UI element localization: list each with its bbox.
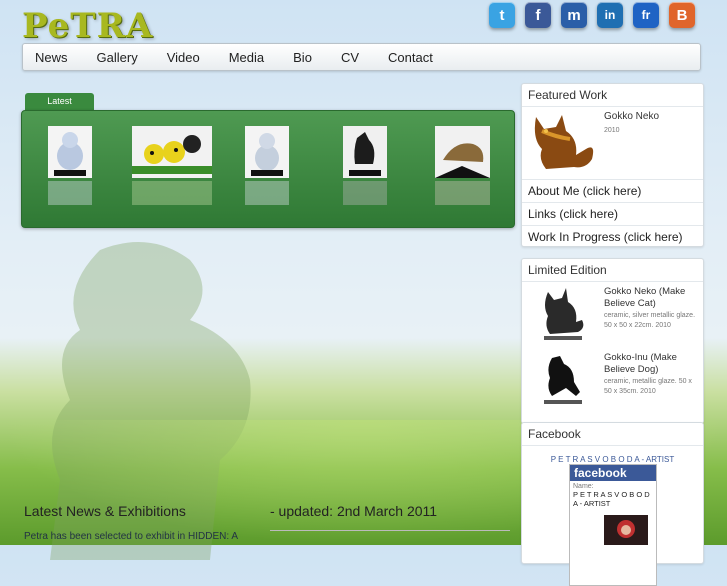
gallery-thumb[interactable] <box>245 126 289 208</box>
news-body: Petra has been selected to exhibit in HI… <box>24 531 239 542</box>
news-heading: Latest News & Exhibitions <box>24 503 186 519</box>
gallery-thumb[interactable] <box>343 126 387 208</box>
facebook-brand: facebook <box>570 465 656 481</box>
work-in-progress-link[interactable]: Work In Progress (click here) <box>522 225 703 248</box>
latest-gallery <box>21 110 515 228</box>
nav-gallery[interactable]: Gallery <box>97 50 138 65</box>
limited-item-title[interactable]: Gokko-Inu (Make Believe Dog) <box>604 352 700 376</box>
twitter-icon[interactable]: t <box>489 2 515 28</box>
news-divider <box>270 530 510 531</box>
flickr-icon[interactable]: fr <box>633 2 659 28</box>
featured-work-title: Featured Work <box>522 84 703 107</box>
facebook-profile-photo <box>604 515 648 545</box>
featured-work-box: Featured Work Gokko Neko 2010 About Me (… <box>521 83 704 247</box>
facebook-widget-name-label: Name: <box>573 483 594 490</box>
gallery-thumb[interactable] <box>48 126 92 208</box>
nav-media[interactable]: Media <box>229 50 264 65</box>
links-link[interactable]: Links (click here) <box>522 202 703 225</box>
limited-item-title[interactable]: Gokko Neko (Make Believe Cat) <box>604 286 700 310</box>
featured-item-year: 2010 <box>604 127 620 134</box>
blogger-icon[interactable]: B <box>669 2 695 28</box>
limited-item[interactable]: Gokko Neko (Make Believe Cat) ceramic, s… <box>522 282 703 348</box>
gallery-thumb[interactable] <box>435 126 490 208</box>
tab-latest[interactable]: Latest <box>25 93 94 110</box>
about-me-link[interactable]: About Me (click here) <box>522 179 703 202</box>
gallery-thumb[interactable] <box>132 126 212 208</box>
myspace-icon[interactable]: m <box>561 2 587 28</box>
facebook-icon[interactable]: f <box>525 2 551 28</box>
nav-contact[interactable]: Contact <box>388 50 433 65</box>
limited-item-meta: ceramic, silver metallic glaze. 50 x 50 … <box>604 312 696 329</box>
social-links: t f m in fr B <box>489 2 695 28</box>
nav-bio[interactable]: Bio <box>293 50 312 65</box>
linkedin-icon[interactable]: in <box>597 2 623 28</box>
limited-edition-box: Limited Edition Gokko Neko (Make Believe… <box>521 258 704 424</box>
main-nav: News Gallery Video Media Bio CV Contact <box>22 43 701 71</box>
nav-cv[interactable]: CV <box>341 50 359 65</box>
facebook-widget-name: P E T R A S V O B O D A - ARTIST <box>573 490 650 508</box>
facebook-widget[interactable]: facebook Name: P E T R A S V O B O D A -… <box>569 464 657 586</box>
site-logo[interactable]: PeTRA <box>22 6 153 46</box>
featured-item[interactable]: Gokko Neko 2010 <box>522 107 703 179</box>
facebook-page-name[interactable]: P E T R A S V O B O D A - ARTIST <box>522 455 703 464</box>
limited-item[interactable]: Gokko-Inu (Make Believe Dog) ceramic, me… <box>522 348 703 414</box>
limited-item-thumbnail <box>544 288 584 340</box>
nav-video[interactable]: Video <box>167 50 200 65</box>
facebook-box: Facebook P E T R A S V O B O D A - ARTIS… <box>521 422 704 586</box>
limited-item-thumbnail <box>544 356 582 404</box>
featured-item-title[interactable]: Gokko Neko <box>604 111 659 122</box>
limited-edition-title: Limited Edition <box>522 259 703 282</box>
news-updated: - updated: 2nd March 2011 <box>270 503 438 519</box>
nav-news[interactable]: News <box>35 50 68 65</box>
limited-item-meta: ceramic, metallic glaze. 50 x 50 x 35cm.… <box>604 378 692 395</box>
facebook-title: Facebook <box>522 423 703 446</box>
featured-thumbnail <box>534 115 594 169</box>
